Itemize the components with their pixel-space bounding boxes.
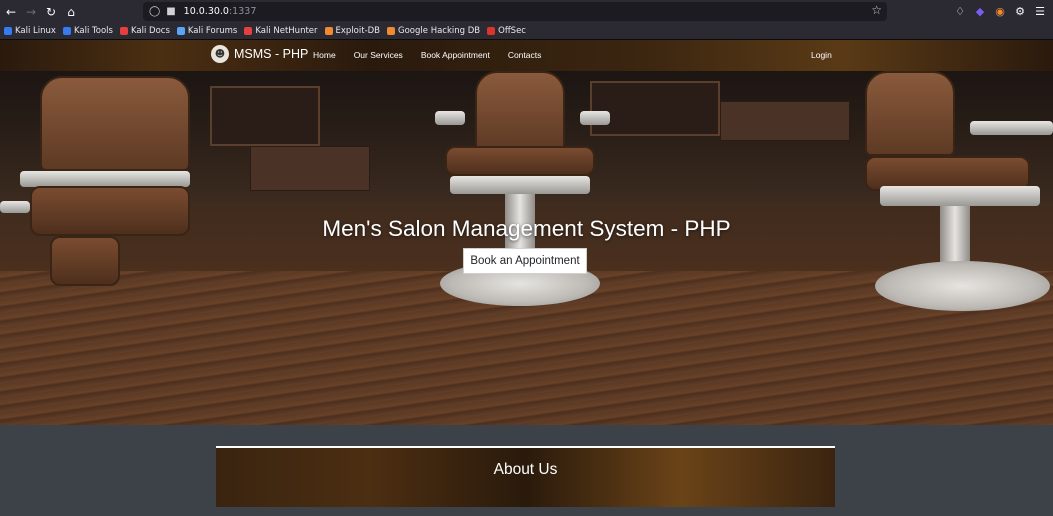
hero-title: Men's Salon Management System - PHP — [322, 216, 731, 241]
url-port: :1337 — [228, 6, 257, 17]
bookmarks-bar: Kali Linux Kali Tools Kali Docs Kali Forums… — [0, 23, 1053, 40]
extension-icon[interactable]: ◆ — [973, 5, 987, 18]
nav-contacts[interactable]: Contacts — [508, 50, 542, 60]
nav-book-appointment[interactable]: Book Appointment — [421, 50, 490, 60]
bookmark-favicon-icon — [62, 27, 71, 35]
lock-icon[interactable]: ■ — [166, 6, 175, 17]
hero-banner: Men's Salon Management System - PHP Book… — [0, 71, 1053, 425]
firefox-account-icon[interactable]: ◉ — [993, 5, 1007, 18]
url-text[interactable]: 10.0.30.0:1337 — [184, 6, 257, 17]
nav-home[interactable]: Home — [313, 50, 336, 60]
brand-text: MSMS - PHP — [234, 47, 309, 61]
url-bar[interactable]: ◯ ■ 10.0.30.0:1337 ☆ — [143, 2, 887, 21]
bookmark-label: OffSec — [498, 26, 526, 36]
web-page: ☻ MSMS - PHP Home Our Services Book Appo… — [0, 40, 1053, 516]
bookmark-item[interactable]: Kali Linux — [4, 26, 56, 36]
hero-cabinet — [250, 146, 370, 191]
brand[interactable]: ☻ MSMS - PHP — [211, 45, 308, 63]
bookmark-favicon-icon — [487, 27, 496, 35]
home-icon[interactable]: ⌂ — [61, 0, 81, 23]
nav-login[interactable]: Login — [811, 50, 832, 60]
menu-icon[interactable]: ☰ — [1033, 5, 1047, 18]
bookmark-label: Kali NetHunter — [255, 26, 318, 36]
bookmark-favicon-icon — [176, 27, 185, 35]
book-appointment-button[interactable]: Book an Appointment — [463, 248, 587, 274]
bookmark-label: Kali Forums — [187, 26, 238, 36]
bookmark-label: Kali Linux — [15, 26, 56, 36]
about-title: About Us — [493, 461, 558, 478]
bookmark-favicon-icon — [119, 27, 128, 35]
bookmark-item[interactable]: Exploit-DB — [324, 26, 381, 36]
browser-toolbar: ← → ↻ ⌂ ◯ ■ 10.0.30.0:1337 ☆ ♢ ◆ ◉ ⚙ ☰ — [0, 0, 1053, 23]
site-navbar: ☻ MSMS - PHP Home Our Services Book Appo… — [0, 40, 1053, 71]
pocket-icon[interactable]: ♢ — [953, 5, 967, 18]
shield-icon[interactable]: ◯ — [149, 6, 160, 17]
bookmark-item[interactable]: Kali Docs — [119, 26, 170, 36]
url-host: 10.0.30.0 — [183, 6, 229, 17]
forward-icon[interactable]: → — [21, 0, 41, 23]
hero-cabinet — [720, 101, 850, 141]
back-icon[interactable]: ← — [1, 0, 21, 23]
reload-icon[interactable]: ↻ — [41, 0, 61, 23]
bookmark-item[interactable]: Kali Tools — [62, 26, 113, 36]
nav-our-services[interactable]: Our Services — [354, 50, 403, 60]
bookmark-item[interactable]: Kali Forums — [176, 26, 238, 36]
bookmark-label: Google Hacking DB — [398, 26, 481, 36]
bookmark-item[interactable]: Google Hacking DB — [387, 26, 480, 36]
bookmark-favicon-icon — [4, 27, 12, 35]
bookmark-star-icon[interactable]: ☆ — [871, 3, 882, 17]
about-section: About Us — [216, 446, 835, 507]
barber-chair-center — [420, 71, 620, 321]
barber-chair-right — [850, 71, 1053, 331]
bookmark-favicon-icon — [387, 27, 396, 35]
bookmark-favicon-icon — [324, 27, 333, 35]
barber-logo-icon: ☻ — [211, 45, 229, 63]
bookmark-label: Kali Docs — [130, 26, 170, 36]
bookmark-item[interactable]: Kali NetHunter — [244, 26, 318, 36]
bookmark-label: Exploit-DB — [335, 26, 381, 36]
bookmark-label: Kali Tools — [73, 26, 113, 36]
bookmark-item[interactable]: OffSec — [487, 26, 526, 36]
bookmark-favicon-icon — [244, 27, 253, 35]
settings-icon[interactable]: ⚙ — [1013, 5, 1027, 18]
